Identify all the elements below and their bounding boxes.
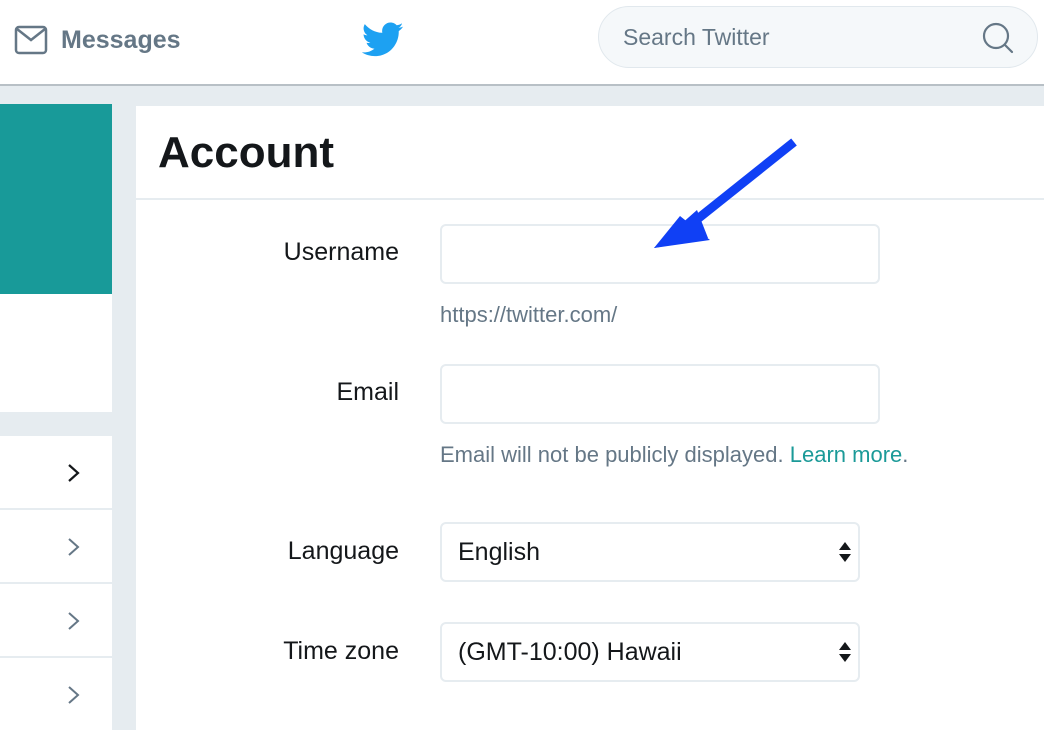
language-selected-value: English <box>458 537 540 566</box>
timezone-label: Time zone <box>283 637 399 665</box>
username-label: Username <box>283 238 399 266</box>
chevron-right-icon <box>68 686 80 704</box>
panel-header: Account <box>136 106 1044 200</box>
timezone-selected-value: (GMT-10:00) Hawaii <box>458 637 682 666</box>
search-input[interactable] <box>623 7 963 67</box>
search-icon[interactable] <box>981 21 1015 55</box>
settings-menu-item[interactable] <box>0 510 112 584</box>
email-input[interactable] <box>440 364 880 424</box>
chevron-right-icon <box>68 538 80 556</box>
email-hint-suffix: . <box>902 442 909 467</box>
messages-label: Messages <box>61 25 181 54</box>
messages-nav-link[interactable]: Messages <box>14 24 181 56</box>
settings-menu-item[interactable] <box>0 584 112 658</box>
settings-menu-item[interactable] <box>0 436 112 510</box>
profile-card <box>0 294 112 412</box>
email-hint: Email will not be publicly displayed. Le… <box>440 442 908 468</box>
email-hint-text: Email will not be publicly displayed. <box>440 442 784 467</box>
settings-menu <box>0 436 112 730</box>
twitter-bird-icon[interactable] <box>362 22 404 58</box>
learn-more-link[interactable]: Learn more <box>790 442 903 467</box>
timezone-select[interactable]: (GMT-10:00) Hawaii <box>440 622 860 682</box>
page-title: Account <box>158 128 334 177</box>
settings-menu-item[interactable] <box>0 658 112 730</box>
email-label: Email <box>336 378 399 406</box>
search-box[interactable] <box>598 6 1038 68</box>
envelope-icon <box>14 25 48 55</box>
profile-banner[interactable] <box>0 104 112 294</box>
select-arrows-icon <box>839 542 851 562</box>
account-settings-panel: Account Username https://twitter.com/ Em… <box>136 106 1044 730</box>
chevron-right-icon <box>68 464 80 482</box>
chevron-right-icon <box>68 612 80 630</box>
left-sidebar <box>0 104 112 730</box>
top-navigation-bar: Messages <box>0 0 1044 86</box>
language-select[interactable]: English <box>440 522 860 582</box>
username-input[interactable] <box>440 224 880 284</box>
language-label: Language <box>287 537 399 565</box>
username-url-hint: https://twitter.com/ <box>440 302 618 327</box>
select-arrows-icon <box>839 642 851 662</box>
